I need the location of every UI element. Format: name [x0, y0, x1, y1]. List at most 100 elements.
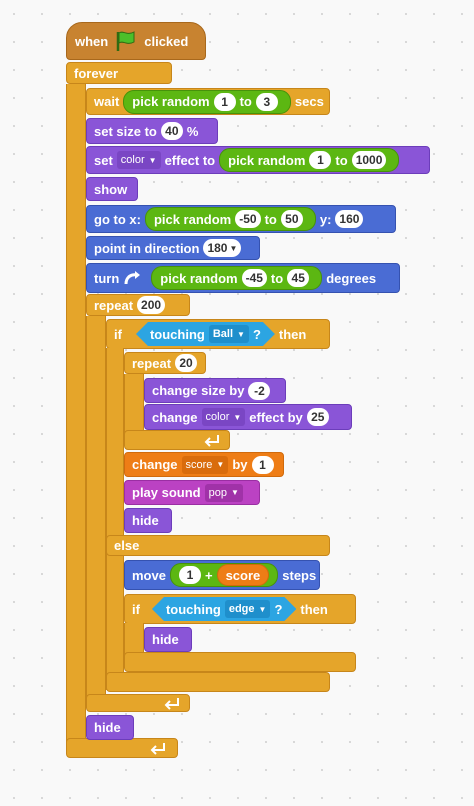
pick-random-reporter[interactable]: pick random -45 to 45: [151, 266, 323, 290]
pick-random-reporter[interactable]: pick random 1 to 1000: [219, 148, 400, 172]
hat-clicked-label: clicked: [144, 33, 189, 49]
secs-label: secs: [294, 94, 324, 109]
percent-label: %: [186, 123, 199, 139]
touching-sensor[interactable]: touching edge ▼ ?: [152, 597, 296, 621]
wait-to-input[interactable]: 3: [255, 92, 278, 111]
effect-to-label: effect to: [164, 152, 216, 168]
effect-dropdown[interactable]: color ▼: [116, 151, 161, 169]
effect-to-input[interactable]: 1000: [351, 151, 387, 169]
if-edge-bottom: [124, 652, 356, 672]
plus-label: +: [204, 567, 213, 583]
point-in-direction-block[interactable]: point in direction 180 ▼: [86, 236, 260, 260]
if-edge-block[interactable]: if touching edge ▼ ? then: [124, 594, 356, 624]
wait-block[interactable]: wait pick random 1 to 3 secs: [86, 88, 330, 115]
forever-label: forever: [74, 65, 119, 81]
turn-from-input[interactable]: -45: [241, 269, 267, 287]
sound-dropdown[interactable]: pop ▼: [204, 483, 243, 502]
forever-arm: [66, 84, 86, 746]
set-size-label: set size to: [94, 123, 157, 139]
change-label: change: [152, 409, 198, 425]
change-score-block[interactable]: change score ▼ by 1: [124, 452, 284, 477]
dropdown-arrow-icon: ▼: [148, 155, 157, 165]
change-effect-input[interactable]: 25: [306, 408, 329, 426]
by-label: by: [232, 457, 248, 472]
add-left-input[interactable]: 1: [178, 566, 201, 584]
loop-arrow-icon: [203, 433, 221, 447]
set-size-block[interactable]: set size to 40 %: [86, 118, 218, 144]
turn-right-icon: [123, 270, 143, 286]
dropdown-arrow-icon: ▼: [233, 412, 242, 422]
hide-label: hide: [94, 720, 121, 735]
set-effect-block[interactable]: set color ▼ effect to pick random 1 to 10…: [86, 146, 430, 174]
touching-label: touching: [165, 601, 221, 617]
touching-target-value: Ball: [212, 328, 234, 340]
touching-target-dropdown[interactable]: edge ▼: [225, 600, 271, 618]
forever-block[interactable]: forever: [66, 62, 172, 84]
move-label: move: [132, 567, 166, 583]
touching-target-value: edge: [228, 603, 255, 615]
if-arm: [106, 348, 124, 690]
show-block[interactable]: show: [86, 177, 138, 201]
question-mark: ?: [274, 601, 283, 617]
effect-value: color: [120, 154, 145, 166]
repeat-inner-block[interactable]: repeat 20: [124, 352, 206, 374]
variable-value: score: [185, 458, 213, 471]
hide-block[interactable]: hide: [144, 627, 192, 652]
hat-when-label: when: [75, 33, 109, 49]
effect-dropdown[interactable]: color ▼: [201, 408, 246, 426]
variable-dropdown[interactable]: score ▼: [181, 455, 229, 474]
pick-random-reporter[interactable]: pick random 1 to 3: [123, 89, 291, 114]
dropdown-arrow-icon: ▼: [237, 329, 245, 339]
change-size-block[interactable]: change size by -2: [144, 378, 286, 403]
then-label: then: [278, 326, 307, 342]
point-in-direction-label: point in direction: [94, 240, 200, 256]
when-flag-clicked-hat[interactable]: when clicked: [66, 22, 206, 60]
hide-label: hide: [152, 632, 179, 647]
repeat-label: repeat: [94, 297, 134, 313]
steps-label: steps: [282, 567, 317, 583]
if-label: if: [114, 326, 122, 342]
sound-value: pop: [208, 486, 227, 499]
hide-block[interactable]: hide: [86, 715, 134, 740]
else-label: else: [114, 538, 140, 553]
repeat-inner-count-input[interactable]: 20: [175, 354, 198, 372]
touching-target-dropdown[interactable]: Ball ▼: [209, 325, 249, 343]
score-variable-reporter[interactable]: score: [216, 564, 270, 586]
pick-random-label: pick random: [153, 211, 232, 227]
pick-random-reporter[interactable]: pick random -50 to 50: [144, 207, 316, 231]
add-operator[interactable]: 1 + score: [169, 563, 279, 587]
hide-block[interactable]: hide: [124, 508, 172, 533]
change-effect-block[interactable]: change color ▼ effect by 25: [144, 404, 352, 430]
change-size-label: change size by: [152, 383, 245, 398]
else-section: else: [106, 535, 330, 556]
direction-input[interactable]: 180 ▼: [203, 239, 242, 257]
x-to-input[interactable]: 50: [280, 210, 303, 228]
x-from-input[interactable]: -50: [235, 210, 261, 228]
green-flag-icon: [114, 30, 138, 52]
turn-block[interactable]: turn pick random -45 to 45 degrees: [86, 263, 400, 293]
play-sound-block[interactable]: play sound pop ▼: [124, 480, 260, 505]
turn-to-input[interactable]: 45: [287, 269, 310, 287]
repeat-count-input[interactable]: 200: [137, 296, 166, 314]
move-block[interactable]: move 1 + score steps: [124, 560, 320, 590]
go-to-xy-block[interactable]: go to x: pick random -50 to 50 y: 160: [86, 205, 396, 233]
y-input[interactable]: 160: [335, 210, 364, 228]
loop-arrow-icon: [163, 696, 181, 710]
to-label: to: [264, 211, 277, 227]
hide-label: hide: [132, 513, 159, 528]
size-input[interactable]: 40: [160, 122, 183, 140]
effect-from-input[interactable]: 1: [309, 151, 332, 169]
loop-arrow-icon: [149, 741, 167, 755]
touching-sensor[interactable]: touching Ball ▼ ?: [136, 322, 275, 346]
if-else-block[interactable]: if touching Ball ▼ ? then: [106, 319, 330, 349]
degrees-label: degrees: [326, 270, 377, 286]
then-label: then: [300, 601, 328, 617]
repeat-outer-block[interactable]: repeat 200: [86, 294, 190, 316]
wait-from-input[interactable]: 1: [213, 92, 236, 111]
change-score-input[interactable]: 1: [251, 455, 274, 474]
set-label: set: [94, 152, 113, 168]
repeat-inner-arm: [124, 374, 144, 436]
change-size-input[interactable]: -2: [248, 381, 271, 400]
repeat-outer-bottom: [86, 694, 190, 712]
dropdown-arrow-icon: ▼: [216, 460, 225, 469]
